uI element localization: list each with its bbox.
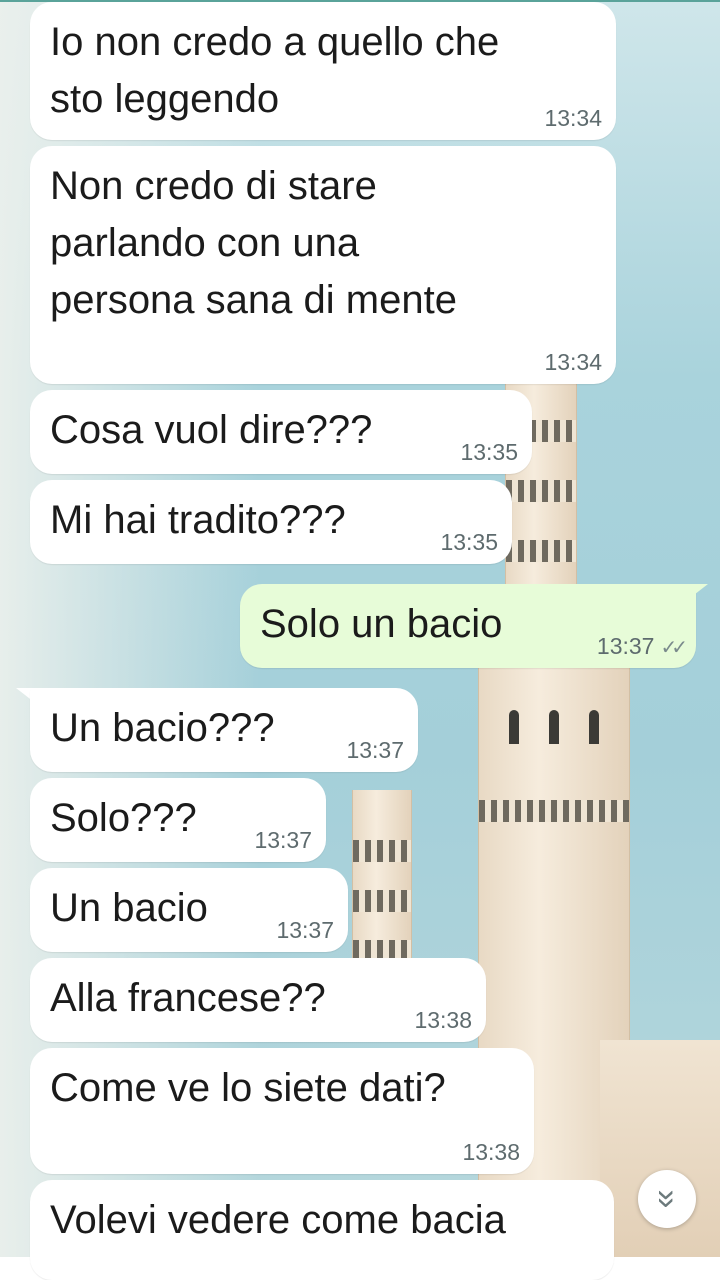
- message-time: 13:34: [544, 349, 602, 375]
- message-bubble-incoming[interactable]: Volevi vedere come bacia: [30, 1180, 614, 1280]
- message-text: Non credo di stare parlando con una pers…: [50, 164, 457, 322]
- message-text: Volevi vedere come bacia: [50, 1198, 506, 1242]
- message-time: 13:35: [460, 439, 518, 465]
- message-text: Alla francese??: [50, 976, 326, 1020]
- double-check-icon: ✓✓: [660, 637, 687, 659]
- message-time: 13:34: [544, 105, 602, 131]
- message-bubble-incoming[interactable]: Non credo di stare parlando con una pers…: [30, 146, 616, 384]
- message-text: Come ve lo siete dati?: [50, 1066, 446, 1110]
- message-text: Cosa vuol dire???: [50, 408, 373, 452]
- chevron-double-down-icon: »: [647, 1189, 686, 1209]
- message-text: Solo un bacio: [260, 602, 503, 646]
- message-time: 13:35: [440, 529, 498, 555]
- message-time: 13:37 ✓✓: [596, 633, 688, 660]
- message-text: Mi hai tradito???: [50, 498, 346, 542]
- message-time: 13:38: [462, 1139, 520, 1165]
- message-text: Un bacio???: [50, 706, 275, 750]
- scroll-to-bottom-button[interactable]: »: [638, 1170, 696, 1228]
- message-time: 13:37: [276, 917, 334, 943]
- message-bubble-incoming[interactable]: Cosa vuol dire??? 13:35: [30, 390, 532, 474]
- message-bubble-incoming[interactable]: Solo??? 13:37: [30, 778, 326, 862]
- message-bubble-incoming[interactable]: Alla francese?? 13:38: [30, 958, 486, 1042]
- message-time: 13:37: [346, 737, 404, 763]
- message-bubble-incoming[interactable]: Mi hai tradito??? 13:35: [30, 480, 512, 564]
- message-time: 13:37: [254, 827, 312, 853]
- message-bubble-incoming[interactable]: Un bacio 13:37: [30, 868, 348, 952]
- message-text: Solo???: [50, 796, 197, 840]
- message-text: Un bacio: [50, 886, 208, 930]
- message-bubble-incoming[interactable]: Un bacio??? 13:37: [30, 688, 418, 772]
- bubble-tail: [690, 584, 708, 598]
- message-time-value: 13:37: [596, 633, 655, 659]
- message-bubble-incoming[interactable]: Io non credo a quello che sto leggendo 1…: [30, 2, 616, 140]
- message-time: 13:38: [414, 1007, 472, 1033]
- message-bubble-incoming[interactable]: Come ve lo siete dati? 13:38: [30, 1048, 534, 1174]
- message-text: Io non credo a quello che sto leggendo: [50, 20, 500, 121]
- message-bubble-outgoing[interactable]: Solo un bacio 13:37 ✓✓: [240, 584, 696, 668]
